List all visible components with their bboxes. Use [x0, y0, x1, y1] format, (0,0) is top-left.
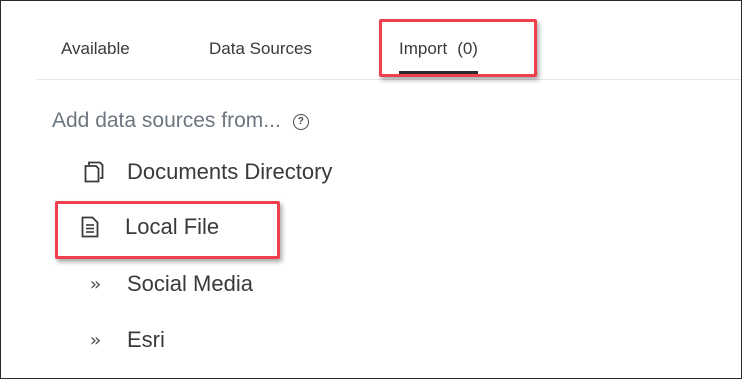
- help-circle-icon[interactable]: ?: [292, 114, 309, 130]
- source-local-file[interactable]: Local File: [79, 212, 219, 242]
- tab-import-count: (0): [457, 39, 478, 58]
- tab-available[interactable]: Available: [61, 39, 130, 59]
- panel-frame: Available Data Sources Import (0) Add dat…: [0, 0, 742, 379]
- tab-import-label: Import: [399, 39, 448, 58]
- tab-data-sources[interactable]: Data Sources: [209, 39, 312, 59]
- tab-import[interactable]: Import (0): [399, 39, 478, 74]
- source-label: Social Media: [127, 271, 253, 296]
- file-icon: [79, 214, 101, 240]
- tab-bar: Available Data Sources Import (0): [37, 27, 741, 80]
- source-social-media[interactable]: ›› Social Media: [83, 269, 253, 299]
- source-label: Local File: [125, 214, 220, 239]
- section-heading-label: Add data sources from...: [52, 109, 281, 132]
- source-label: Documents Directory: [127, 159, 333, 184]
- chevron-double-right-icon: ››: [89, 273, 102, 295]
- chevron-double-right-icon: ››: [89, 329, 102, 351]
- section-heading: Add data sources from...?: [52, 109, 309, 133]
- source-documents-directory[interactable]: Documents Directory: [83, 157, 332, 187]
- source-esri[interactable]: ›› Esri: [83, 325, 165, 355]
- documents-icon: [83, 159, 105, 185]
- source-label: Esri: [127, 327, 165, 352]
